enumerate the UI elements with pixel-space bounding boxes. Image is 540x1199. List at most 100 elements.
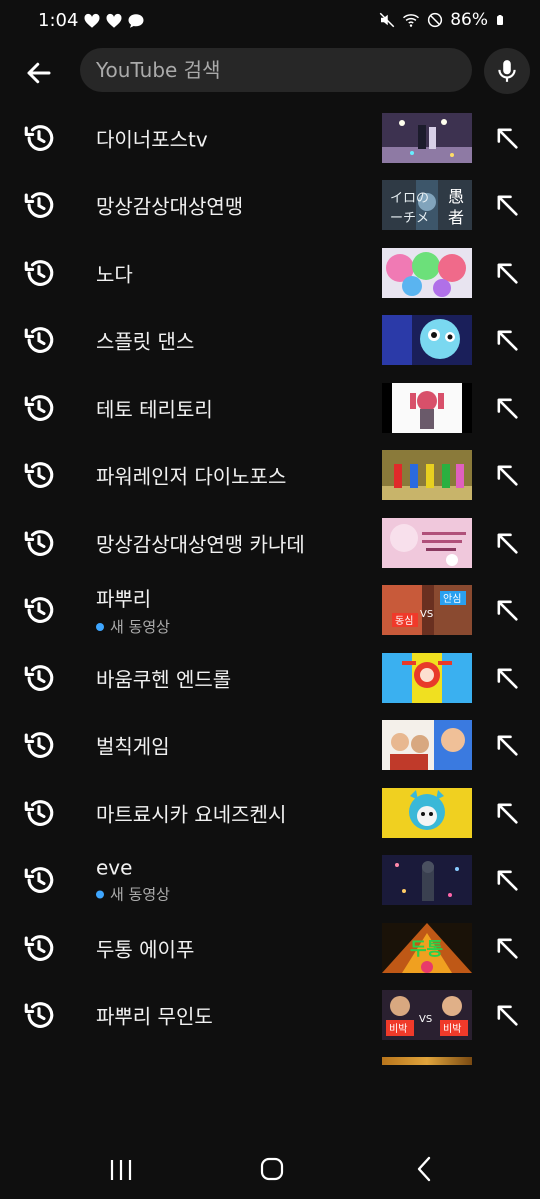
history-suggestion[interactable]: 망상감상대상연맹 카나데 [0, 509, 540, 577]
arrow-up-left-icon [497, 398, 518, 419]
suggestion-text: 마트료시카 요네즈켄시 [96, 802, 287, 827]
arrow-up-left-icon [497, 803, 518, 824]
history-icon [24, 867, 54, 894]
new-video-label: 새 동영상 [110, 618, 170, 637]
arrow-up-left-icon [497, 600, 518, 621]
history-suggestion[interactable]: 노다 [0, 239, 540, 307]
video-thumbnail [382, 450, 472, 501]
fill-query-button[interactable] [490, 863, 524, 897]
suggestion-text: 망상감상대상연맹 [96, 194, 244, 219]
video-thumbnail [382, 247, 472, 298]
home-icon[interactable] [260, 1157, 284, 1181]
thumb-caption: 者 [448, 208, 464, 227]
suggestion-text: 바움쿠헨 엔드롤 [96, 667, 232, 692]
voice-search-button[interactable] [484, 48, 530, 94]
fill-query-button[interactable] [490, 526, 524, 560]
arrow-up-left-icon [497, 465, 518, 486]
history-suggestion[interactable]: eve 새 동영상 [0, 847, 540, 915]
history-suggestion[interactable]: 스플릿 댄스 [0, 307, 540, 375]
video-thumbnail [382, 787, 472, 838]
history-icon [24, 394, 54, 421]
history-suggestion[interactable]: 두통 에이푸 두통 [0, 914, 540, 982]
fill-query-button[interactable] [490, 323, 524, 357]
mute-icon [379, 12, 395, 28]
fill-query-button[interactable] [490, 256, 524, 290]
suggestion-text: 파뿌리 무인도 [96, 1004, 213, 1029]
video-thumbnail [382, 652, 472, 703]
fill-query-button[interactable] [490, 796, 524, 830]
fill-query-button[interactable] [490, 458, 524, 492]
thumb-caption: VS [419, 1014, 432, 1025]
fill-query-button[interactable] [490, 391, 524, 425]
fill-query-button[interactable] [490, 728, 524, 762]
arrow-up-left-icon [497, 533, 518, 554]
heart-icon [106, 13, 122, 28]
battery-percent: 86% [450, 10, 488, 30]
video-thumbnail [382, 855, 472, 906]
thumb-caption: ーチメ [390, 211, 429, 226]
arrow-left-icon [27, 62, 51, 84]
history-icon [24, 529, 54, 556]
suggestion-text: 파뿌리 [96, 587, 152, 612]
search-field[interactable] [80, 48, 472, 92]
arrow-up-left-icon [497, 128, 518, 149]
history-suggestion[interactable]: 망상감상대상연맹 イロの ーチメ 愚者 [0, 172, 540, 240]
history-suggestion[interactable]: 마트료시카 요네즈켄시 [0, 779, 540, 847]
battery-icon [497, 15, 503, 25]
new-video-indicator: 새 동영상 [96, 884, 376, 905]
fill-query-button[interactable] [490, 931, 524, 965]
new-video-label: 새 동영상 [110, 885, 170, 904]
search-history-list: 다이너포스tv 망상감상대상연맹 イロの ーチメ愚者 노다 스플릿 댄스 테토 … [0, 104, 540, 1049]
new-video-dot [96, 890, 104, 899]
search-input[interactable] [96, 58, 472, 82]
video-thumbnail [382, 720, 472, 771]
video-thumbnail [382, 382, 472, 433]
partial-thumbnail [382, 1057, 472, 1065]
back-button[interactable] [18, 52, 60, 94]
suggestion-text: 스플릿 댄스 [96, 329, 195, 354]
back-icon[interactable] [414, 1155, 436, 1183]
arrow-up-left-icon [497, 668, 518, 689]
fill-query-button[interactable] [490, 188, 524, 222]
video-thumbnail: 비박 VS 비박 [382, 990, 472, 1041]
history-suggestion[interactable]: 파워레인저 다이노포스 [0, 442, 540, 510]
arrow-up-left-icon [497, 870, 518, 891]
suggestion-text: 두통 에이푸 [96, 937, 195, 962]
chat-bubble-icon [128, 14, 144, 28]
suggestion-text: 파워레인저 다이노포스 [96, 464, 287, 489]
thumb-caption: 비박 [389, 1023, 407, 1035]
arrow-up-left-icon [497, 1005, 518, 1026]
history-suggestion[interactable]: 파뿌리 새 동영상 동심 VS 안심 [0, 577, 540, 645]
fill-query-button[interactable] [490, 998, 524, 1032]
fill-query-button[interactable] [490, 661, 524, 695]
thumb-caption: 동심 [395, 615, 413, 627]
history-icon [24, 124, 54, 151]
video-thumbnail: 동심 VS 안심 [382, 585, 472, 636]
history-icon [24, 462, 54, 489]
history-suggestion[interactable]: 파뿌리 무인도 비박 VS 비박 [0, 982, 540, 1050]
status-bar: 1:04 86% [0, 0, 540, 42]
do-not-disturb-icon [428, 12, 443, 28]
heart-icon [84, 13, 100, 28]
thumb-caption: 두통 [410, 939, 443, 960]
fill-query-button[interactable] [490, 121, 524, 155]
history-icon [24, 1002, 54, 1029]
history-suggestion[interactable]: 다이너포스tv [0, 104, 540, 172]
recent-apps-icon[interactable] [108, 1157, 134, 1183]
history-icon [24, 192, 54, 219]
microphone-icon [498, 60, 516, 82]
status-right: 86% [378, 10, 506, 30]
new-video-dot [96, 622, 104, 631]
arrow-up-left-icon [497, 195, 518, 216]
video-thumbnail [382, 517, 472, 568]
history-suggestion[interactable]: 벌칙게임 [0, 712, 540, 780]
history-icon [24, 664, 54, 691]
video-thumbnail [382, 315, 472, 366]
history-icon [24, 327, 54, 354]
arrow-up-left-icon [497, 938, 518, 959]
history-suggestion[interactable]: 바움쿠헨 엔드롤 [0, 644, 540, 712]
suggestion-text: 다이너포스tv [96, 127, 208, 152]
history-suggestion[interactable]: 테토 테리토리 [0, 374, 540, 442]
fill-query-button[interactable] [490, 593, 524, 627]
suggestion-text: 벌칙게임 [96, 734, 170, 759]
